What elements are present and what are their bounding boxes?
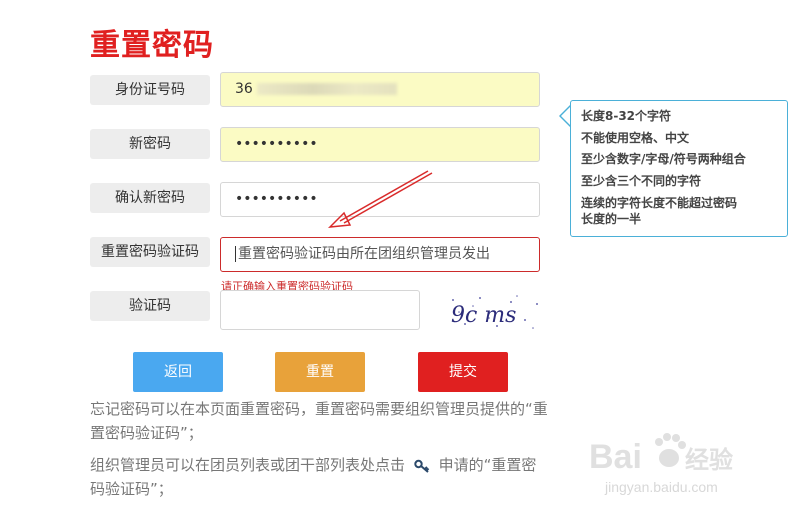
captcha-text: 9c ms — [451, 303, 516, 328]
confirm-password-label: 确认新密码 — [90, 183, 210, 213]
reset-button[interactable]: 重置 — [275, 352, 365, 392]
text-cursor — [235, 246, 236, 262]
new-password-value: •••••••••• — [235, 136, 318, 152]
confirm-password-value: •••••••••• — [235, 191, 318, 207]
id-number-input[interactable]: 36 — [220, 72, 540, 107]
tooltip-line: 不能使用空格、中文 — [581, 130, 690, 145]
password-rules-tooltip: 长度8-32个字符 不能使用空格、中文 至少含数字/字母/符号两种组合 至少含三… — [570, 100, 788, 237]
new-password-input[interactable]: •••••••••• — [220, 127, 540, 162]
annotation-arrow-icon — [327, 170, 433, 228]
id-number-value: 36 — [235, 81, 253, 97]
id-number-blurred — [256, 83, 397, 95]
id-number-label: 身份证号码 — [90, 75, 210, 105]
new-password-label: 新密码 — [90, 129, 210, 159]
watermark-brand-suffix: 经验 — [685, 446, 733, 474]
key-icon — [414, 459, 430, 473]
tooltip-line: 连续的字符长度不能超过密码 — [581, 196, 738, 210]
captcha-input[interactable] — [220, 290, 420, 330]
tooltip-line: 至少含数字/字母/符号两种组合 — [581, 152, 746, 166]
help-text-admin-before: 组织管理员可以在团员列表或团干部列表处点击 — [90, 456, 406, 474]
reset-code-input[interactable]: 重置密码验证码由所在团组织管理员发出 — [220, 237, 540, 272]
watermark-brand: Bai — [589, 438, 642, 476]
captcha-image[interactable]: 9c ms — [445, 290, 545, 334]
help-text-forgot: 忘记密码可以在本页面重置密码，重置密码需要组织管理员提供的“重置密码验证码”； — [90, 400, 548, 442]
back-button[interactable]: 返回 — [133, 352, 223, 392]
page-title: 重置密码 — [90, 28, 214, 63]
tooltip-line: 长度8-32个字符 — [581, 109, 672, 123]
captcha-label: 验证码 — [90, 291, 210, 321]
submit-button[interactable]: 提交 — [418, 352, 508, 392]
tooltip-line: 长度的一半 — [581, 212, 642, 226]
reset-code-placeholder: 重置密码验证码由所在团组织管理员发出 — [238, 246, 490, 262]
reset-code-label: 重置密码验证码 — [90, 237, 210, 267]
paw-icon — [655, 433, 686, 467]
baidu-watermark-logo: Bai 经验 jingyan.baidu.com — [589, 433, 733, 495]
help-text-admin: 组织管理员可以在团员列表或团干部列表处点击 申请的“重置密码验证码”； — [90, 453, 550, 501]
watermark-url: jingyan.baidu.com — [604, 479, 718, 495]
tooltip-line: 至少含三个不同的字符 — [581, 173, 702, 188]
